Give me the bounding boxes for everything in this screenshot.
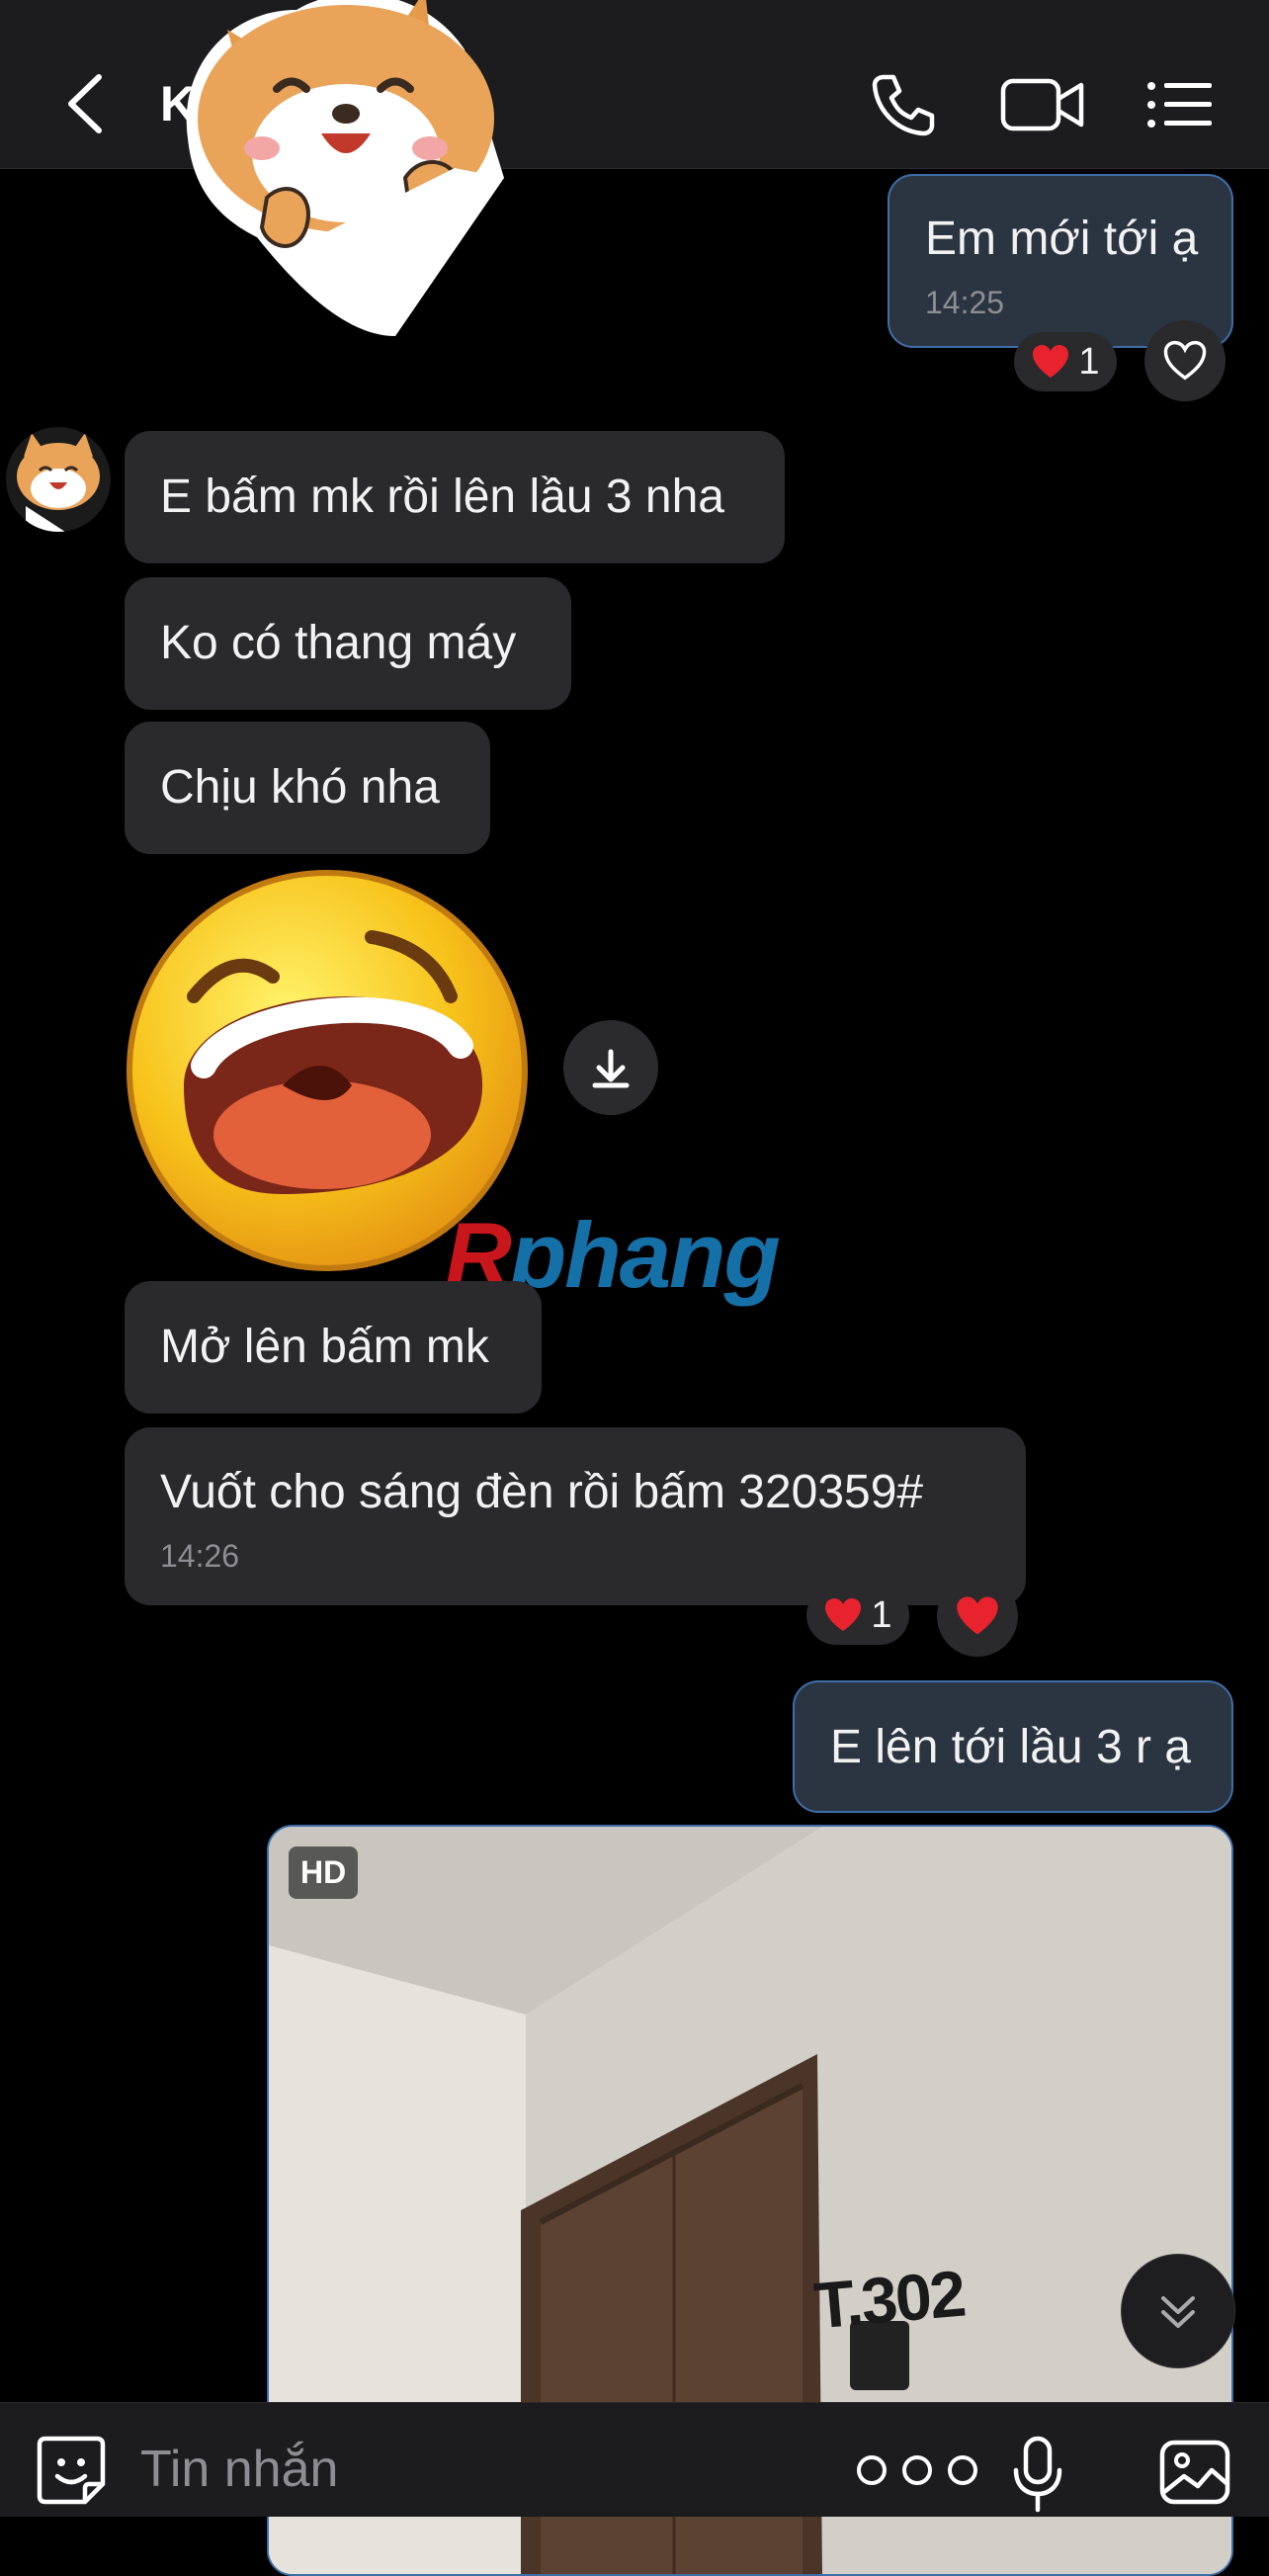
message-text: Mở lên bấm mk bbox=[160, 1321, 489, 1373]
message-bubble-them[interactable]: Mở lên bấm mk bbox=[125, 1281, 542, 1414]
image-icon[interactable] bbox=[1158, 2439, 1231, 2506]
message-bubble-me[interactable]: E lên tới lầu 3 r ạ bbox=[793, 1680, 1233, 1813]
message-text: E lên tới lầu 3 r ạ bbox=[830, 1721, 1191, 1773]
double-chevron-down-icon bbox=[1161, 2296, 1195, 2328]
microphone-icon[interactable] bbox=[1012, 2435, 1063, 2514]
watermark-rest: phang bbox=[509, 1203, 781, 1307]
message-time: 14:26 bbox=[160, 1538, 240, 1574]
sticker-icon[interactable] bbox=[36, 2435, 107, 2506]
download-button[interactable] bbox=[563, 1020, 658, 1115]
scroll-to-bottom-button[interactable] bbox=[1121, 2254, 1235, 2368]
message-text: Vuốt cho sáng đèn rồi bấm 320359# bbox=[160, 1466, 924, 1518]
message-bubble-them[interactable]: Vuốt cho sáng đèn rồi bấm 320359# 14:26 bbox=[125, 1427, 1026, 1605]
message-time: 14:25 bbox=[925, 285, 1005, 320]
message-bubble-them[interactable]: Chịu khó nha bbox=[125, 722, 490, 854]
heart-icon bbox=[1033, 345, 1069, 378]
reaction-count: 1 bbox=[1078, 340, 1100, 383]
message-text: E bấm mk rồi lên lầu 3 nha bbox=[160, 471, 724, 523]
avatar[interactable] bbox=[6, 427, 111, 532]
reaction-summary[interactable]: 1 bbox=[1014, 332, 1117, 391]
message-input[interactable] bbox=[138, 2439, 795, 2500]
phone-icon[interactable] bbox=[870, 71, 937, 138]
heart-icon bbox=[825, 1598, 862, 1631]
message-bubble-them[interactable]: E bấm mk rồi lên lầu 3 nha bbox=[125, 431, 785, 563]
chevron-left-icon[interactable] bbox=[59, 69, 115, 138]
shiba-thumbs-up-sticker bbox=[186, 0, 504, 336]
video-camera-icon[interactable] bbox=[1000, 75, 1085, 134]
door-sign: T.302 bbox=[811, 2256, 968, 2343]
message-bubble-them[interactable]: Ko có thang máy bbox=[125, 577, 571, 710]
react-button[interactable] bbox=[937, 1576, 1018, 1657]
message-text: Em mới tới ạ bbox=[925, 213, 1199, 265]
reaction-count: 1 bbox=[871, 1593, 892, 1636]
react-button[interactable] bbox=[1144, 320, 1226, 401]
reaction-summary[interactable]: 1 bbox=[806, 1586, 909, 1645]
download-icon bbox=[592, 1049, 630, 1088]
more-options-icon[interactable] bbox=[854, 2452, 980, 2488]
heart-icon bbox=[957, 1596, 998, 1635]
list-menu-icon[interactable] bbox=[1146, 81, 1212, 129]
hd-badge: HD bbox=[289, 1846, 359, 1899]
shiba-avatar-icon bbox=[17, 433, 100, 532]
heart-outline-icon bbox=[1163, 340, 1207, 381]
message-text: Ko có thang máy bbox=[160, 617, 517, 669]
message-input-bar bbox=[0, 2402, 1269, 2517]
message-text: Chịu khó nha bbox=[160, 761, 440, 814]
